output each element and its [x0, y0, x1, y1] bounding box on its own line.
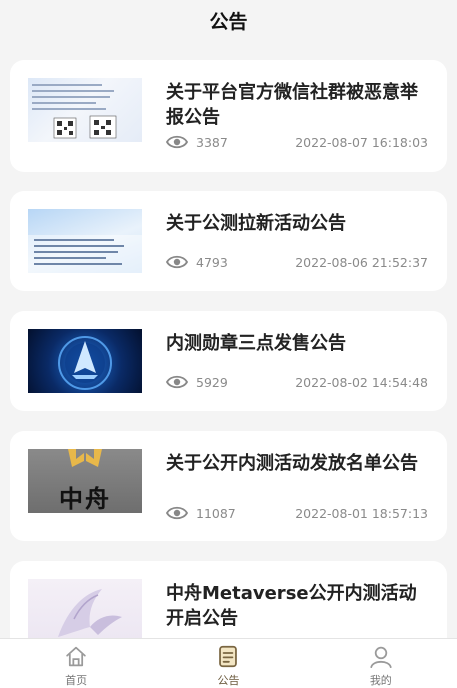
announcement-card[interactable]: 中舟Metaverse公开内测活动开启公告	[10, 561, 447, 638]
announcement-thumbnail	[28, 78, 142, 142]
announcement-title[interactable]: 中舟Metaverse公开内测活动开启公告	[166, 581, 430, 631]
wechat-group-thumbnail-image	[32, 84, 117, 139]
tab-home[interactable]: 首页	[0, 639, 152, 688]
bottom-tab-bar: 首页 公告 我的	[0, 638, 457, 688]
page-header: 公告	[0, 0, 457, 40]
announcement-title[interactable]: 关于公测拉新活动公告	[166, 211, 430, 236]
badge-thumbnail-image	[58, 336, 112, 390]
announcement-meta: 3387 2022-08-07 16:18:03	[166, 132, 428, 152]
eye-icon	[166, 375, 188, 389]
eye-icon	[166, 135, 188, 149]
announcement-meta: 4793 2022-08-06 21:52:37	[166, 252, 428, 272]
tab-profile-label: 我的	[369, 674, 392, 687]
announcement-card[interactable]: 内测勋章三点发售公告 5929 2022-08-02 14:54:48	[10, 311, 447, 411]
referral-thumbnail-image	[28, 235, 142, 273]
announcement-card[interactable]: 关于平台官方微信社群被恶意举报公告 3387 2022-08-07 16:18:…	[10, 60, 447, 172]
publish-date: 2022-08-01 18:57:13	[295, 505, 428, 521]
announcement-meta: 11087 2022-08-01 18:57:13	[166, 503, 428, 523]
announcement-list[interactable]: 关于平台官方微信社群被恶意举报公告 3387 2022-08-07 16:18:…	[0, 40, 457, 638]
view-count-value: 4793	[196, 254, 228, 270]
notice-icon	[219, 645, 238, 668]
announcement-title[interactable]: 关于平台官方微信社群被恶意举报公告	[166, 80, 430, 130]
tab-home-label: 首页	[65, 674, 88, 687]
dove-thumbnail-image	[58, 589, 122, 637]
announcement-thumbnail: 中舟	[28, 449, 142, 513]
publish-date: 2022-08-07 16:18:03	[295, 134, 428, 150]
tab-profile[interactable]: 我的	[305, 639, 457, 688]
tab-notice-label: 公告	[217, 674, 240, 687]
publish-date: 2022-08-06 21:52:37	[295, 254, 428, 270]
user-icon	[370, 646, 392, 668]
announcement-meta: 5929 2022-08-02 14:54:48	[166, 372, 428, 392]
announcement-title[interactable]: 关于公开内测活动发放名单公告	[166, 451, 430, 476]
view-count-value: 5929	[196, 374, 228, 390]
announcement-card[interactable]: 关于公测拉新活动公告 4793 2022-08-06 21:52:37	[10, 191, 447, 291]
eye-icon	[166, 255, 188, 269]
announcement-thumbnail	[28, 329, 142, 393]
view-count: 4793	[166, 254, 228, 270]
publish-date: 2022-08-02 14:54:48	[295, 374, 428, 390]
announcement-card[interactable]: 中舟 关于公开内测活动发放名单公告 11087 2022-08-01 18:57…	[10, 431, 447, 541]
announcement-title[interactable]: 内测勋章三点发售公告	[166, 331, 430, 356]
home-icon	[66, 646, 86, 667]
view-count: 3387	[166, 134, 228, 150]
view-count: 11087	[166, 505, 236, 521]
view-count: 5929	[166, 374, 228, 390]
tab-notice[interactable]: 公告	[152, 639, 304, 688]
brand-logo-text: 中舟	[59, 485, 111, 513]
view-count-value: 11087	[196, 505, 236, 521]
announcement-thumbnail	[28, 209, 142, 273]
view-count-value: 3387	[196, 134, 228, 150]
eye-icon	[166, 506, 188, 520]
announcement-thumbnail	[28, 579, 142, 638]
page-title: 公告	[209, 10, 248, 33]
